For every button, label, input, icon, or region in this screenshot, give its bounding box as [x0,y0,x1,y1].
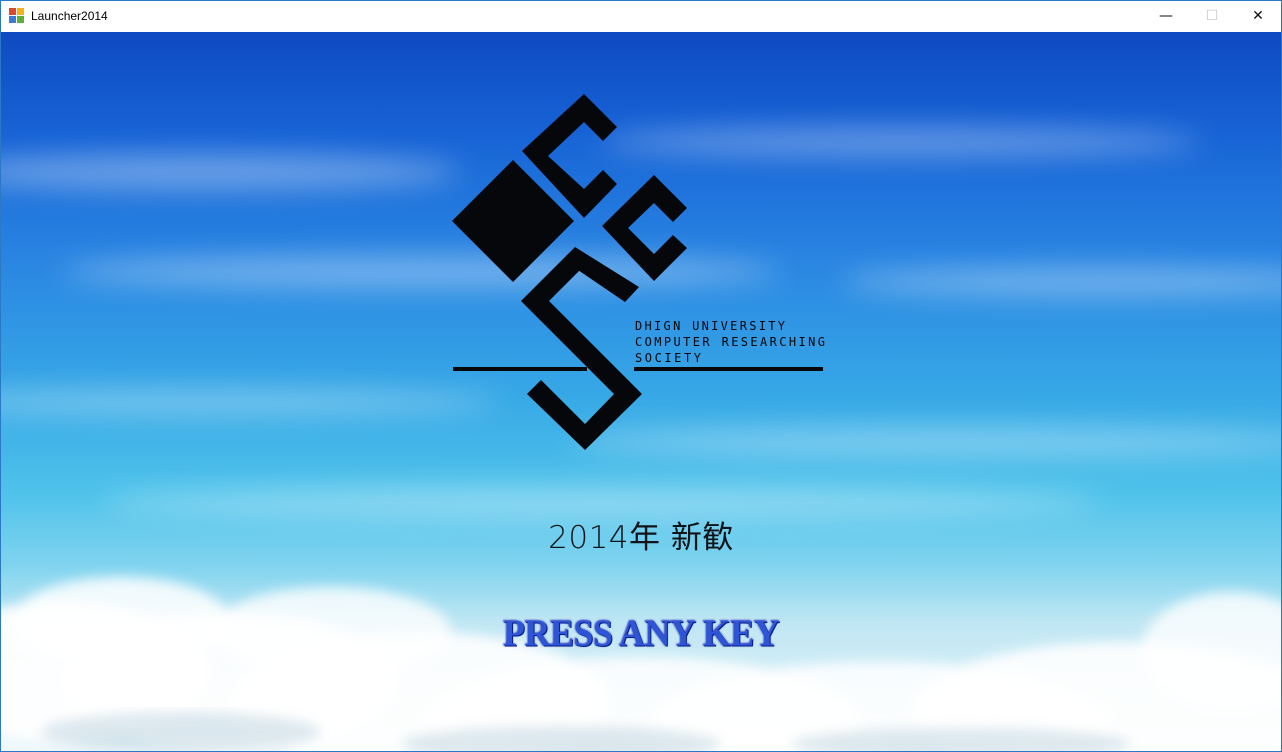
maximize-button[interactable]: ☐ [1189,1,1235,31]
launcher-window: Launcher2014 — ☐ ✕ DHIGN UNIVERSITY COMP… [0,0,1282,752]
window-controls: — ☐ ✕ [1143,1,1281,31]
logo-text-line: DHIGN UNIVERSITY [635,319,786,333]
title-bar[interactable]: Launcher2014 — ☐ ✕ [1,1,1281,31]
launcher-screen[interactable]: DHIGN UNIVERSITY COMPUTER RESEARCHING SO… [1,32,1281,751]
app-icon [9,8,25,24]
event-subtitle: 2014年 新歓 [548,520,734,556]
logo-text-line: COMPUTER RESEARCHING [635,335,825,349]
logo-underline [453,367,823,371]
minimize-button[interactable]: — [1143,1,1189,31]
minimize-icon: — [1159,8,1173,24]
window-title: Launcher2014 [31,9,108,23]
logo-text-line: SOCIETY [635,351,702,365]
close-icon: ✕ [1252,8,1264,24]
diamond-mark-icon [452,94,687,450]
maximize-icon: ☐ [1205,8,1219,24]
close-button[interactable]: ✕ [1235,1,1281,31]
press-any-key-prompt[interactable]: PRESS ANY KEY [1,611,1281,655]
logo-text: DHIGN UNIVERSITY COMPUTER RESEARCHING SO… [635,319,825,365]
